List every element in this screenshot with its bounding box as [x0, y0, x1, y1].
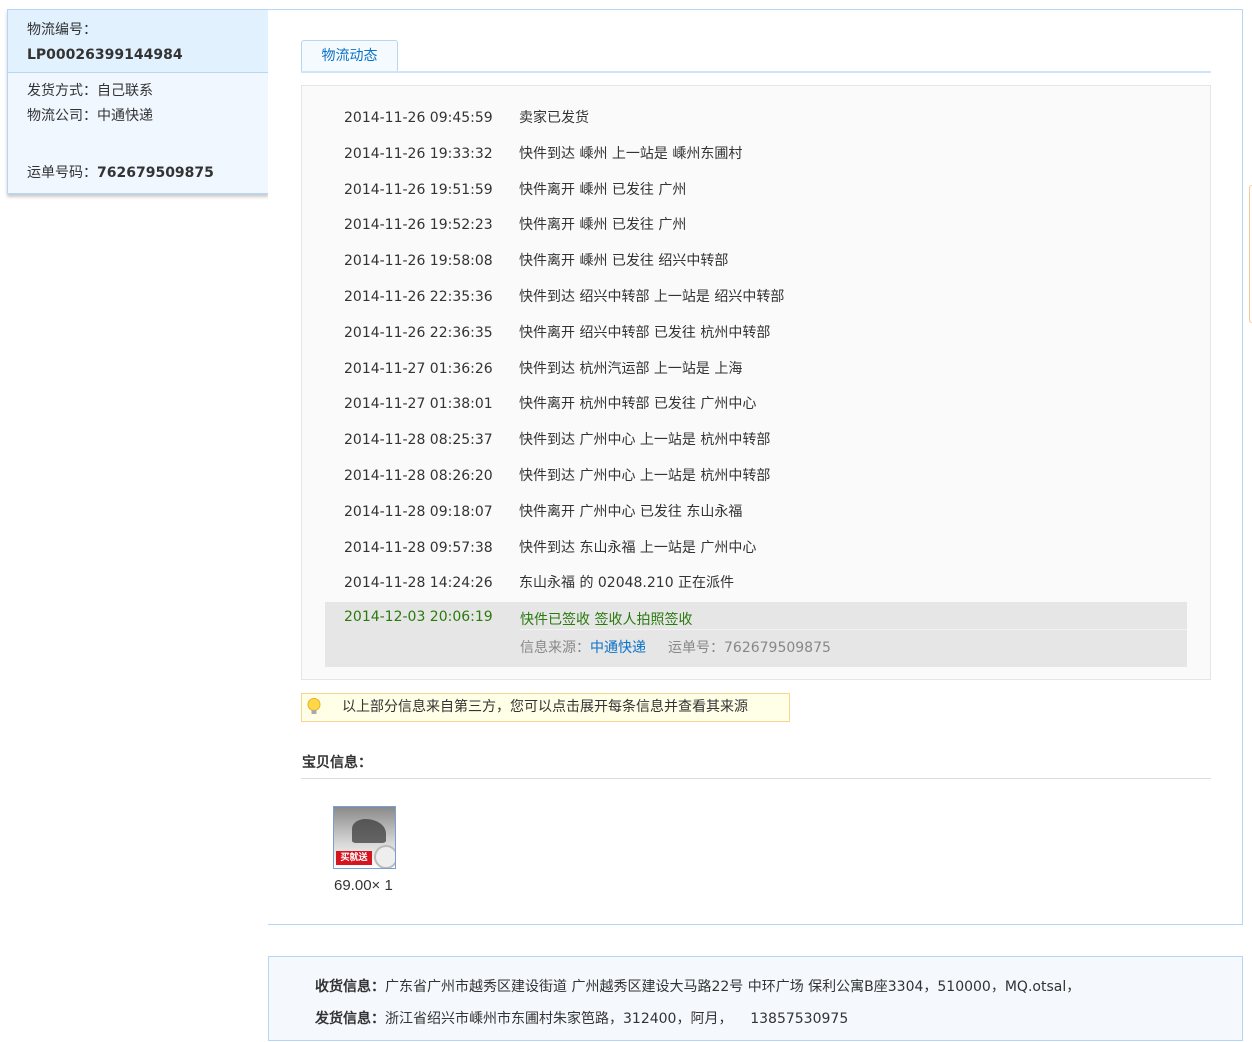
promo-badge: 买就送: [336, 851, 372, 865]
company: 中通快递: [97, 108, 153, 124]
divider: [520, 629, 1187, 630]
event-time: 2014-11-26 22:36:35: [344, 324, 493, 341]
source-link[interactable]: 中通快递: [590, 640, 646, 656]
event-text: 快件已签收 签收人拍照签收: [520, 612, 693, 628]
event-text: 快件离开 广州中心 已发往 东山永福: [519, 503, 743, 520]
shoe-image: [352, 819, 386, 843]
event-text: 快件离开 嵊州 已发往 广州: [519, 181, 687, 198]
ship-method-label: 发货方式：: [27, 83, 97, 99]
event-time: 2014-11-26 19:58:08: [344, 253, 493, 270]
tab-logistics-updates[interactable]: 物流动态: [301, 40, 398, 72]
event-time: 2014-11-28 09:57:38: [344, 539, 493, 556]
product-price-quantity: 69.00× 1: [334, 877, 393, 894]
notice-text: 以上部分信息来自第三方，您可以点击展开每条信息并查看其来源: [342, 699, 748, 715]
event-time: 2014-11-27 01:38:01: [344, 396, 493, 413]
event-time: 2014-12-03 20:06:19: [344, 609, 493, 625]
event-time: 2014-11-26 22:35:36: [344, 289, 493, 305]
waybill-number: 762679509875: [97, 165, 214, 181]
send-address: 浙江省绍兴市嵊州市东圃村朱家笆路，312400，阿月， 13857530975: [385, 1011, 849, 1027]
event-text: 快件离开 嵊州 已发往 绍兴中转部: [519, 253, 729, 270]
tracking-row-latest[interactable]: 2014-12-03 20:06:19 快件已签收 签收人拍照签收 信息来源：中…: [325, 602, 1187, 667]
send-label: 发货信息：: [315, 1011, 385, 1027]
event-text: 快件到达 嵊州 上一站是 嵊州东圃村: [519, 145, 743, 162]
event-text: 快件到达 杭州汽运部 上一站是 上海: [519, 360, 743, 377]
tab-divider: [301, 71, 1211, 73]
product-thumbnail[interactable]: 买就送: [333, 806, 396, 869]
event-time: 2014-11-27 01:36:26: [344, 360, 493, 377]
event-time: 2014-11-28 08:26:20: [344, 468, 493, 484]
receive-label: 收货信息：: [315, 979, 385, 995]
event-time: 2014-11-26 19:51:59: [344, 181, 493, 198]
divider: [301, 778, 1211, 779]
lightbulb-icon: [307, 698, 321, 714]
event-text: 快件离开 杭州中转部 已发往 广州中心: [519, 396, 757, 413]
event-text: 快件到达 东山永福 上一站是 广州中心: [519, 539, 757, 556]
waybill-number: 762679509875: [724, 640, 831, 656]
event-text: 东山永福 的 02048.210 正在派件: [519, 575, 735, 592]
event-text: 快件到达 广州中心 上一站是 杭州中转部: [519, 468, 771, 484]
logistics-id-label: 物流编号：: [27, 22, 97, 38]
event-time: 2014-11-28 08:25:37: [344, 432, 493, 449]
address-panel: 收货信息：广东省广州市越秀区建设街道 广州越秀区建设大马路22号 中环广场 保利…: [268, 956, 1243, 1041]
event-time: 2014-11-26 19:33:32: [344, 145, 493, 162]
event-text: 快件到达 广州中心 上一站是 杭州中转部: [519, 432, 771, 449]
company-label: 物流公司：: [27, 108, 97, 124]
third-party-notice: 以上部分信息来自第三方，您可以点击展开每条信息并查看其来源: [301, 693, 790, 722]
source-label: 信息来源：: [520, 640, 590, 656]
receive-address: 广东省广州市越秀区建设街道 广州越秀区建设大马路22号 中环广场 保利公寓B座3…: [385, 979, 1081, 995]
event-text: 快件离开 嵊州 已发往 广州: [519, 217, 687, 234]
gift-image: [374, 845, 395, 868]
event-text: 卖家已发货: [519, 110, 589, 126]
event-time: 2014-11-26 19:52:23: [344, 217, 493, 234]
order-summary-panel: 物流编号： LP00026399144984 发货方式：自己联系 物流公司：中通…: [7, 9, 269, 194]
tracking-list: 2014-11-26 09:45:59 卖家已发货 2014-11-26 19:33…: [301, 85, 1211, 680]
event-text: 快件离开 绍兴中转部 已发往 杭州中转部: [519, 324, 771, 341]
waybill-label: 运单号：: [668, 640, 724, 656]
ship-method: 自己联系: [97, 83, 153, 99]
waybill-label: 运单号码：: [27, 165, 97, 181]
items-title: 宝贝信息：: [302, 755, 372, 771]
event-time: 2014-11-26 09:45:59: [344, 110, 493, 126]
event-time: 2014-11-28 14:24:26: [344, 575, 493, 592]
event-time: 2014-11-28 09:18:07: [344, 503, 493, 520]
event-text: 快件到达 绍兴中转部 上一站是 绍兴中转部: [519, 289, 785, 305]
logistics-id: LP00026399144984: [27, 47, 183, 63]
